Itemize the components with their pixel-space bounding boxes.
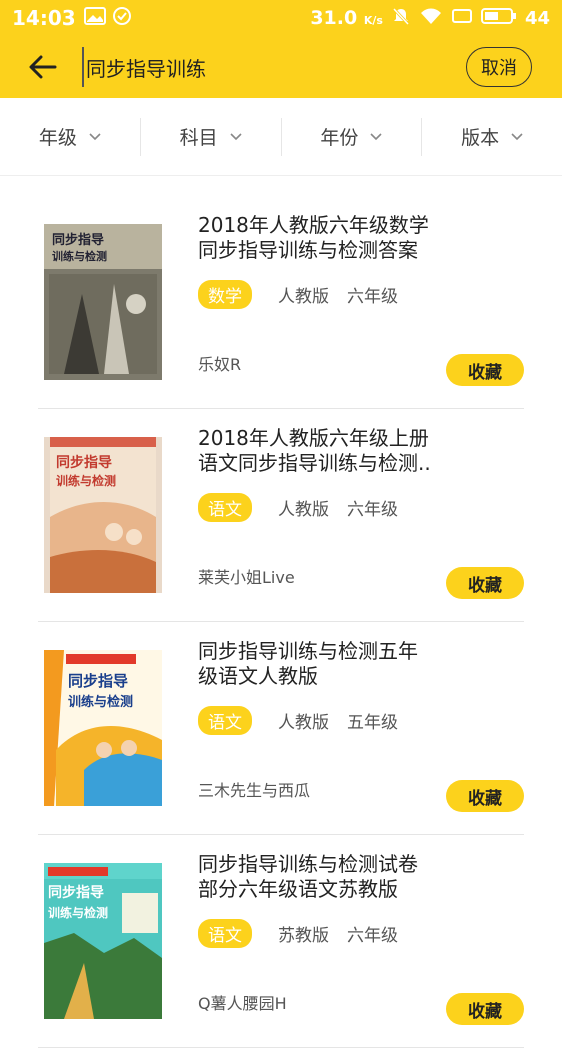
uploader-name[interactable]: 莱芙小姐Live [198,564,295,588]
chevron-down-icon [89,132,101,140]
book-tags: 语文 人教版 五年级 [198,706,416,735]
collect-button[interactable]: 收藏 [446,354,524,386]
image-notification-icon [83,7,106,29]
svg-text:同步指导: 同步指导 [56,454,112,471]
wifi-icon [419,7,443,30]
chevron-down-icon [370,132,382,140]
filter-label: 年份 [320,127,359,149]
book-tags: 数学 人教版 六年级 [198,280,416,309]
grade-label: 五年级 [347,713,398,733]
filter-year[interactable]: 年份 [282,117,423,156]
svg-text:同步指导: 同步指导 [68,672,128,690]
filter-bar: 年级 科目 年份 版本 [0,98,562,176]
collect-button[interactable]: 收藏 [446,993,524,1025]
network-speed-value: 31.0 [310,7,358,29]
list-item[interactable]: 同步指导 训练与检测 同步指导训练与检测五年 级语文人教版 语文 人教版 五年级… [38,622,524,835]
edition-label: 苏教版 [278,926,329,946]
list-item[interactable]: 同步指导 训练与检测 同步指导训练与检测试卷 部分六年级语文苏教版 语文 苏教版… [38,835,524,1048]
filter-subject[interactable]: 科目 [141,117,282,156]
book-cover-image[interactable]: 同步指导 训练与检测 [44,650,162,806]
chevron-down-icon [511,132,523,140]
back-arrow-icon [29,55,57,79]
list-item[interactable]: 同步指导 训练与检测 2018年人教版六年级上册 语文同步指导训练与检测.. 语… [38,409,524,622]
svg-text:同步指导: 同步指导 [52,232,104,248]
book-cover-image[interactable]: 同步指导 训练与检测 [44,224,162,380]
subject-badge: 语文 [198,706,252,735]
book-cover-image[interactable]: 同步指导 训练与检测 [44,437,162,593]
search-input[interactable] [82,47,442,87]
battery-icon [480,7,517,30]
subject-badge: 数学 [198,280,252,309]
filter-grade[interactable]: 年级 [0,117,141,156]
filter-label: 年级 [38,127,77,149]
svg-text:同步指导: 同步指导 [48,884,104,901]
edition-label: 人教版 [278,287,329,307]
book-title[interactable]: 2018年人教版六年级数学 同步指导训练与检测答案 [198,213,488,265]
uploader-name[interactable]: Q薯人腰园H [198,990,287,1014]
subject-badge: 语文 [198,493,252,522]
grade-label: 六年级 [347,287,398,307]
network-speed-unit: K/s [363,14,383,27]
filter-label: 版本 [461,127,500,149]
mute-icon [391,6,411,31]
status-bar: 14:03 31.0 K/s 44 [0,0,562,36]
search-header: 取消 [0,36,562,98]
svg-text:训练与检测: 训练与检测 [52,249,107,263]
svg-text:训练与检测: 训练与检测 [48,905,108,920]
book-title[interactable]: 同步指导训练与检测试卷 部分六年级语文苏教版 [198,852,488,904]
book-title[interactable]: 同步指导训练与检测五年 级语文人教版 [198,639,488,691]
battery-level: 44 [524,7,550,29]
check-circle-icon [112,6,132,30]
status-time: 14:03 [12,6,76,30]
book-tags: 语文 苏教版 六年级 [198,919,416,948]
grade-label: 六年级 [347,500,398,520]
subject-badge: 语文 [198,919,252,948]
svg-text:训练与检测: 训练与检测 [56,473,116,488]
filter-label: 科目 [179,127,218,149]
network-speed: 31.0 K/s [310,7,383,29]
filter-edition[interactable]: 版本 [422,118,562,156]
book-tags: 语文 人教版 六年级 [198,493,416,522]
book-title[interactable]: 2018年人教版六年级上册 语文同步指导训练与检测.. [198,426,488,478]
uploader-name[interactable]: 乐奴R [198,351,241,375]
list-item[interactable]: 同步指导 训练与检测 2018年人教版六年级数学 同步指导训练与检测答案 数学 … [38,196,524,409]
svg-text:训练与检测: 训练与检测 [68,694,133,710]
collect-button[interactable]: 收藏 [446,567,524,599]
grade-label: 六年级 [347,926,398,946]
uploader-name[interactable]: 三木先生与西瓜 [198,777,310,801]
cancel-button[interactable]: 取消 [466,47,532,87]
collect-button[interactable]: 收藏 [446,780,524,812]
chevron-down-icon [230,132,242,140]
result-list: 同步指导 训练与检测 2018年人教版六年级数学 同步指导训练与检测答案 数学 … [38,196,524,1048]
screen-icon [451,7,473,30]
book-cover-image[interactable]: 同步指导 训练与检测 [44,863,162,1019]
edition-label: 人教版 [278,500,329,520]
back-button[interactable] [22,46,64,88]
edition-label: 人教版 [278,713,329,733]
